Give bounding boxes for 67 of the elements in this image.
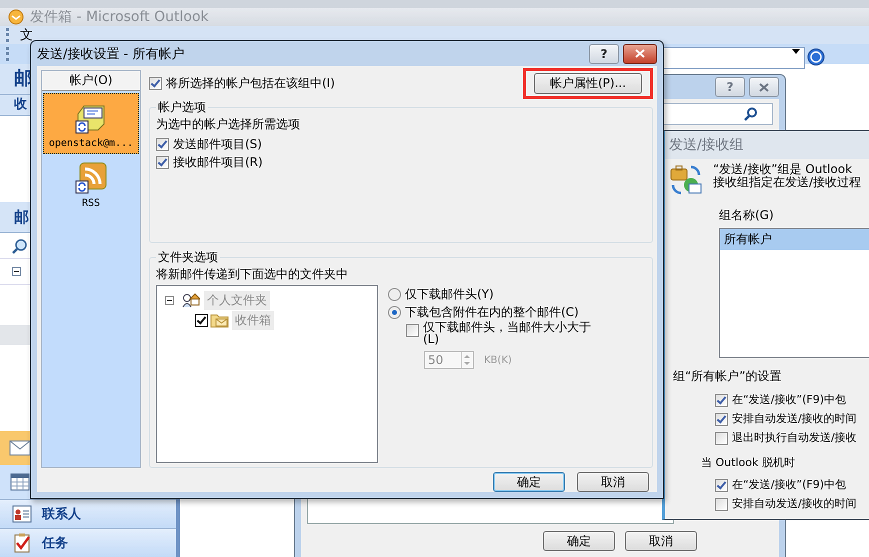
checkbox[interactable] <box>715 412 728 426</box>
close-button[interactable] <box>749 77 779 97</box>
search-icon <box>744 107 758 121</box>
clipboard-check-icon <box>12 533 32 553</box>
checkbox[interactable] <box>149 76 162 90</box>
contact-card-icon <box>12 505 32 523</box>
section-title: 当 Outlook 脱机时 <box>701 455 796 470</box>
section-title: 组“所有帐户”的设置 <box>673 368 782 385</box>
envelope-folder-icon <box>210 312 230 328</box>
checkbox-label: 发送邮件项目(S) <box>173 136 262 153</box>
column-header: 组名称(G) <box>719 207 774 224</box>
group-title: 文件夹选项 <box>157 249 219 266</box>
account-item[interactable]: openstack@m... <box>43 93 139 154</box>
checkbox-label: 接收邮件项目(R) <box>173 154 263 171</box>
close-icon <box>759 82 769 92</box>
column-header: 帐户(O) <box>42 71 140 91</box>
list-row[interactable]: 所有帐户 <box>720 229 869 250</box>
dialog-button[interactable]: 取消 <box>577 472 649 492</box>
personal-folders-icon <box>182 292 200 308</box>
dialog-button[interactable]: 取消 <box>625 531 697 551</box>
collapse-icon[interactable] <box>12 267 21 276</box>
checkbox[interactable] <box>715 432 728 444</box>
dialog-button[interactable]: 确定 <box>493 472 565 492</box>
search-icon[interactable] <box>12 238 28 254</box>
checkbox-label: 安排自动发送/接收的时间 <box>732 496 857 512</box>
close-icon <box>635 49 645 58</box>
checkbox[interactable] <box>715 478 728 492</box>
radio-button[interactable] <box>388 306 401 318</box>
checkbox-label: 在“发送/接收”(F9)中包 <box>732 392 846 408</box>
app-icon <box>8 9 24 25</box>
help-button[interactable]: ? <box>715 77 745 97</box>
menu-item[interactable]: 文 <box>20 26 33 44</box>
account-properties-button[interactable]: 帐户属性(P)... <box>534 72 642 94</box>
radio-button[interactable] <box>388 288 401 300</box>
checkbox-label: 退出时执行自动发送/接收 <box>732 430 857 446</box>
checkbox[interactable] <box>406 324 419 337</box>
rss-feed-icon <box>75 162 107 194</box>
unit-label: KB(K) <box>484 354 512 366</box>
checkbox[interactable] <box>195 314 208 326</box>
checkbox-label: 在“发送/接收”(F9)中包 <box>732 477 846 493</box>
hint-text: 将新邮件传递到下面选中的文件夹中 <box>156 266 349 283</box>
help-icon[interactable] <box>806 47 826 67</box>
help-button[interactable]: ? <box>589 44 619 64</box>
expander-icon[interactable] <box>165 296 174 304</box>
window-title: 发件箱 - Microsoft Outlook <box>30 8 209 26</box>
calendar-icon <box>10 473 30 491</box>
dialog-button[interactable]: 确定 <box>543 531 615 551</box>
briefcase-sync-icon <box>669 163 703 197</box>
checkbox-label: 安排自动发送/接收的时间 <box>732 411 857 427</box>
dropdown-arrow-icon <box>792 49 800 54</box>
window-title: 发送/接收设置 - 所有帐户 <box>37 46 186 62</box>
checkbox[interactable] <box>156 156 169 168</box>
checkbox[interactable] <box>715 498 728 510</box>
envelope-icon <box>9 440 31 456</box>
hint-text: 为选中的帐户选择所需选项 <box>156 116 301 133</box>
nav-button[interactable]: 任务 <box>0 528 176 557</box>
checkbox[interactable] <box>715 394 728 406</box>
close-button[interactable] <box>623 44 657 64</box>
group-title: 帐户选项 <box>157 99 207 116</box>
checkbox[interactable] <box>156 138 169 150</box>
description-text: 接收组指定在发送/接收过程 <box>713 176 862 189</box>
radio-label: 仅下载邮件头(Y) <box>405 286 494 303</box>
radio-label: 下载包含附件在内的整个邮件(C) <box>405 304 579 321</box>
checkbox-label: 仅下载邮件头，当邮件大小大于(L) <box>423 321 592 345</box>
window-title: 发送/接收组 <box>669 137 744 153</box>
nav-button[interactable]: 联系人 <box>0 499 176 528</box>
description-text: “发送/接收”组是 Outlook <box>713 163 854 176</box>
